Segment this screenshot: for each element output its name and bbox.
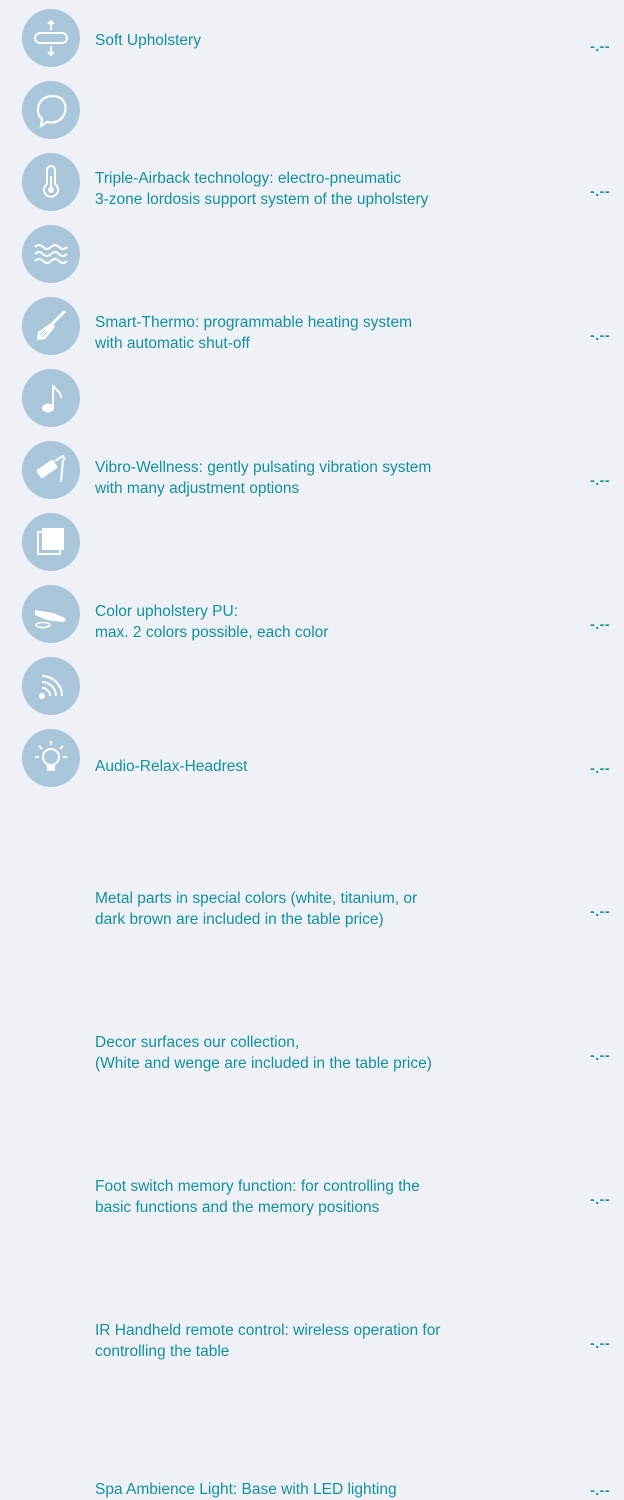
list-item: Audio-Relax-Headrest -.--: [0, 368, 624, 776]
item-price: -.--: [590, 1482, 610, 1498]
list-item: Color upholstery PU: max. 2 colors possi…: [0, 296, 624, 641]
waves-icon: [22, 225, 80, 283]
list-item: Metal parts in special colors (white, ti…: [0, 440, 624, 928]
item-price: -.--: [590, 1047, 610, 1063]
item-label: Spa Ambience Light: Base with LED lighti…: [95, 1479, 525, 1500]
music-note-icon: [22, 369, 80, 427]
item-price: -.--: [590, 1335, 610, 1351]
light-bulb-icon: [22, 729, 80, 787]
list-item: Spa Ambience Light: Base with LED lighti…: [0, 728, 624, 1498]
thermometer-icon: [22, 153, 80, 211]
list-item: Smart-Thermo: programmable heating syste…: [0, 152, 624, 352]
item-label: IR Handheld remote control: wireless ope…: [95, 1320, 525, 1362]
item-label-line1: Soft Upholstery: [95, 32, 201, 49]
item-label-line2: basic functions and the memory positions: [95, 1199, 380, 1216]
item-price: -.--: [590, 38, 610, 54]
option-list: Soft Upholstery -.-- Triple-Airback tech…: [0, 0, 624, 1498]
item-price: -.--: [590, 1191, 610, 1207]
item-label: Soft Upholstery: [95, 30, 525, 51]
item-label-line2: controlling the table: [95, 1343, 230, 1360]
item-label-line1: IR Handheld remote control: wireless ope…: [95, 1322, 441, 1339]
upholstery-expand-icon: [22, 9, 80, 67]
air-bubble-icon: [22, 81, 80, 139]
item-label-line2: dark brown are included in the table pri…: [95, 911, 384, 928]
item-label: Metal parts in special colors (white, ti…: [95, 888, 525, 930]
item-label-line1: Decor surfaces our collection,: [95, 1034, 300, 1051]
list-item: Vibro-Wellness: gently pulsating vibrati…: [0, 224, 624, 497]
item-label-line1: Spa Ambience Light: Base with LED lighti…: [95, 1481, 397, 1498]
remote-signal-icon: [22, 657, 80, 715]
decor-square-icon: [22, 513, 80, 571]
item-label-line1: Foot switch memory function: for control…: [95, 1178, 420, 1195]
paint-roller-icon: [22, 441, 80, 499]
paintbrush-icon: [22, 297, 80, 355]
foot-switch-icon: [22, 585, 80, 643]
list-item: Foot switch memory function: for control…: [0, 584, 624, 1216]
list-item: IR Handheld remote control: wireless ope…: [0, 656, 624, 1360]
item-label: Foot switch memory function: for control…: [95, 1176, 525, 1218]
item-label: Decor surfaces our collection, (White an…: [95, 1032, 525, 1074]
list-item: Decor surfaces our collection, (White an…: [0, 512, 624, 1072]
item-label-line1: Metal parts in special colors (white, ti…: [95, 890, 418, 907]
list-item: Soft Upholstery -.--: [0, 8, 624, 68]
list-item: Triple-Airback technology: electro-pneum…: [0, 80, 624, 208]
item-label-line2: (White and wenge are included in the tab…: [95, 1055, 432, 1072]
item-price: -.--: [590, 903, 610, 919]
